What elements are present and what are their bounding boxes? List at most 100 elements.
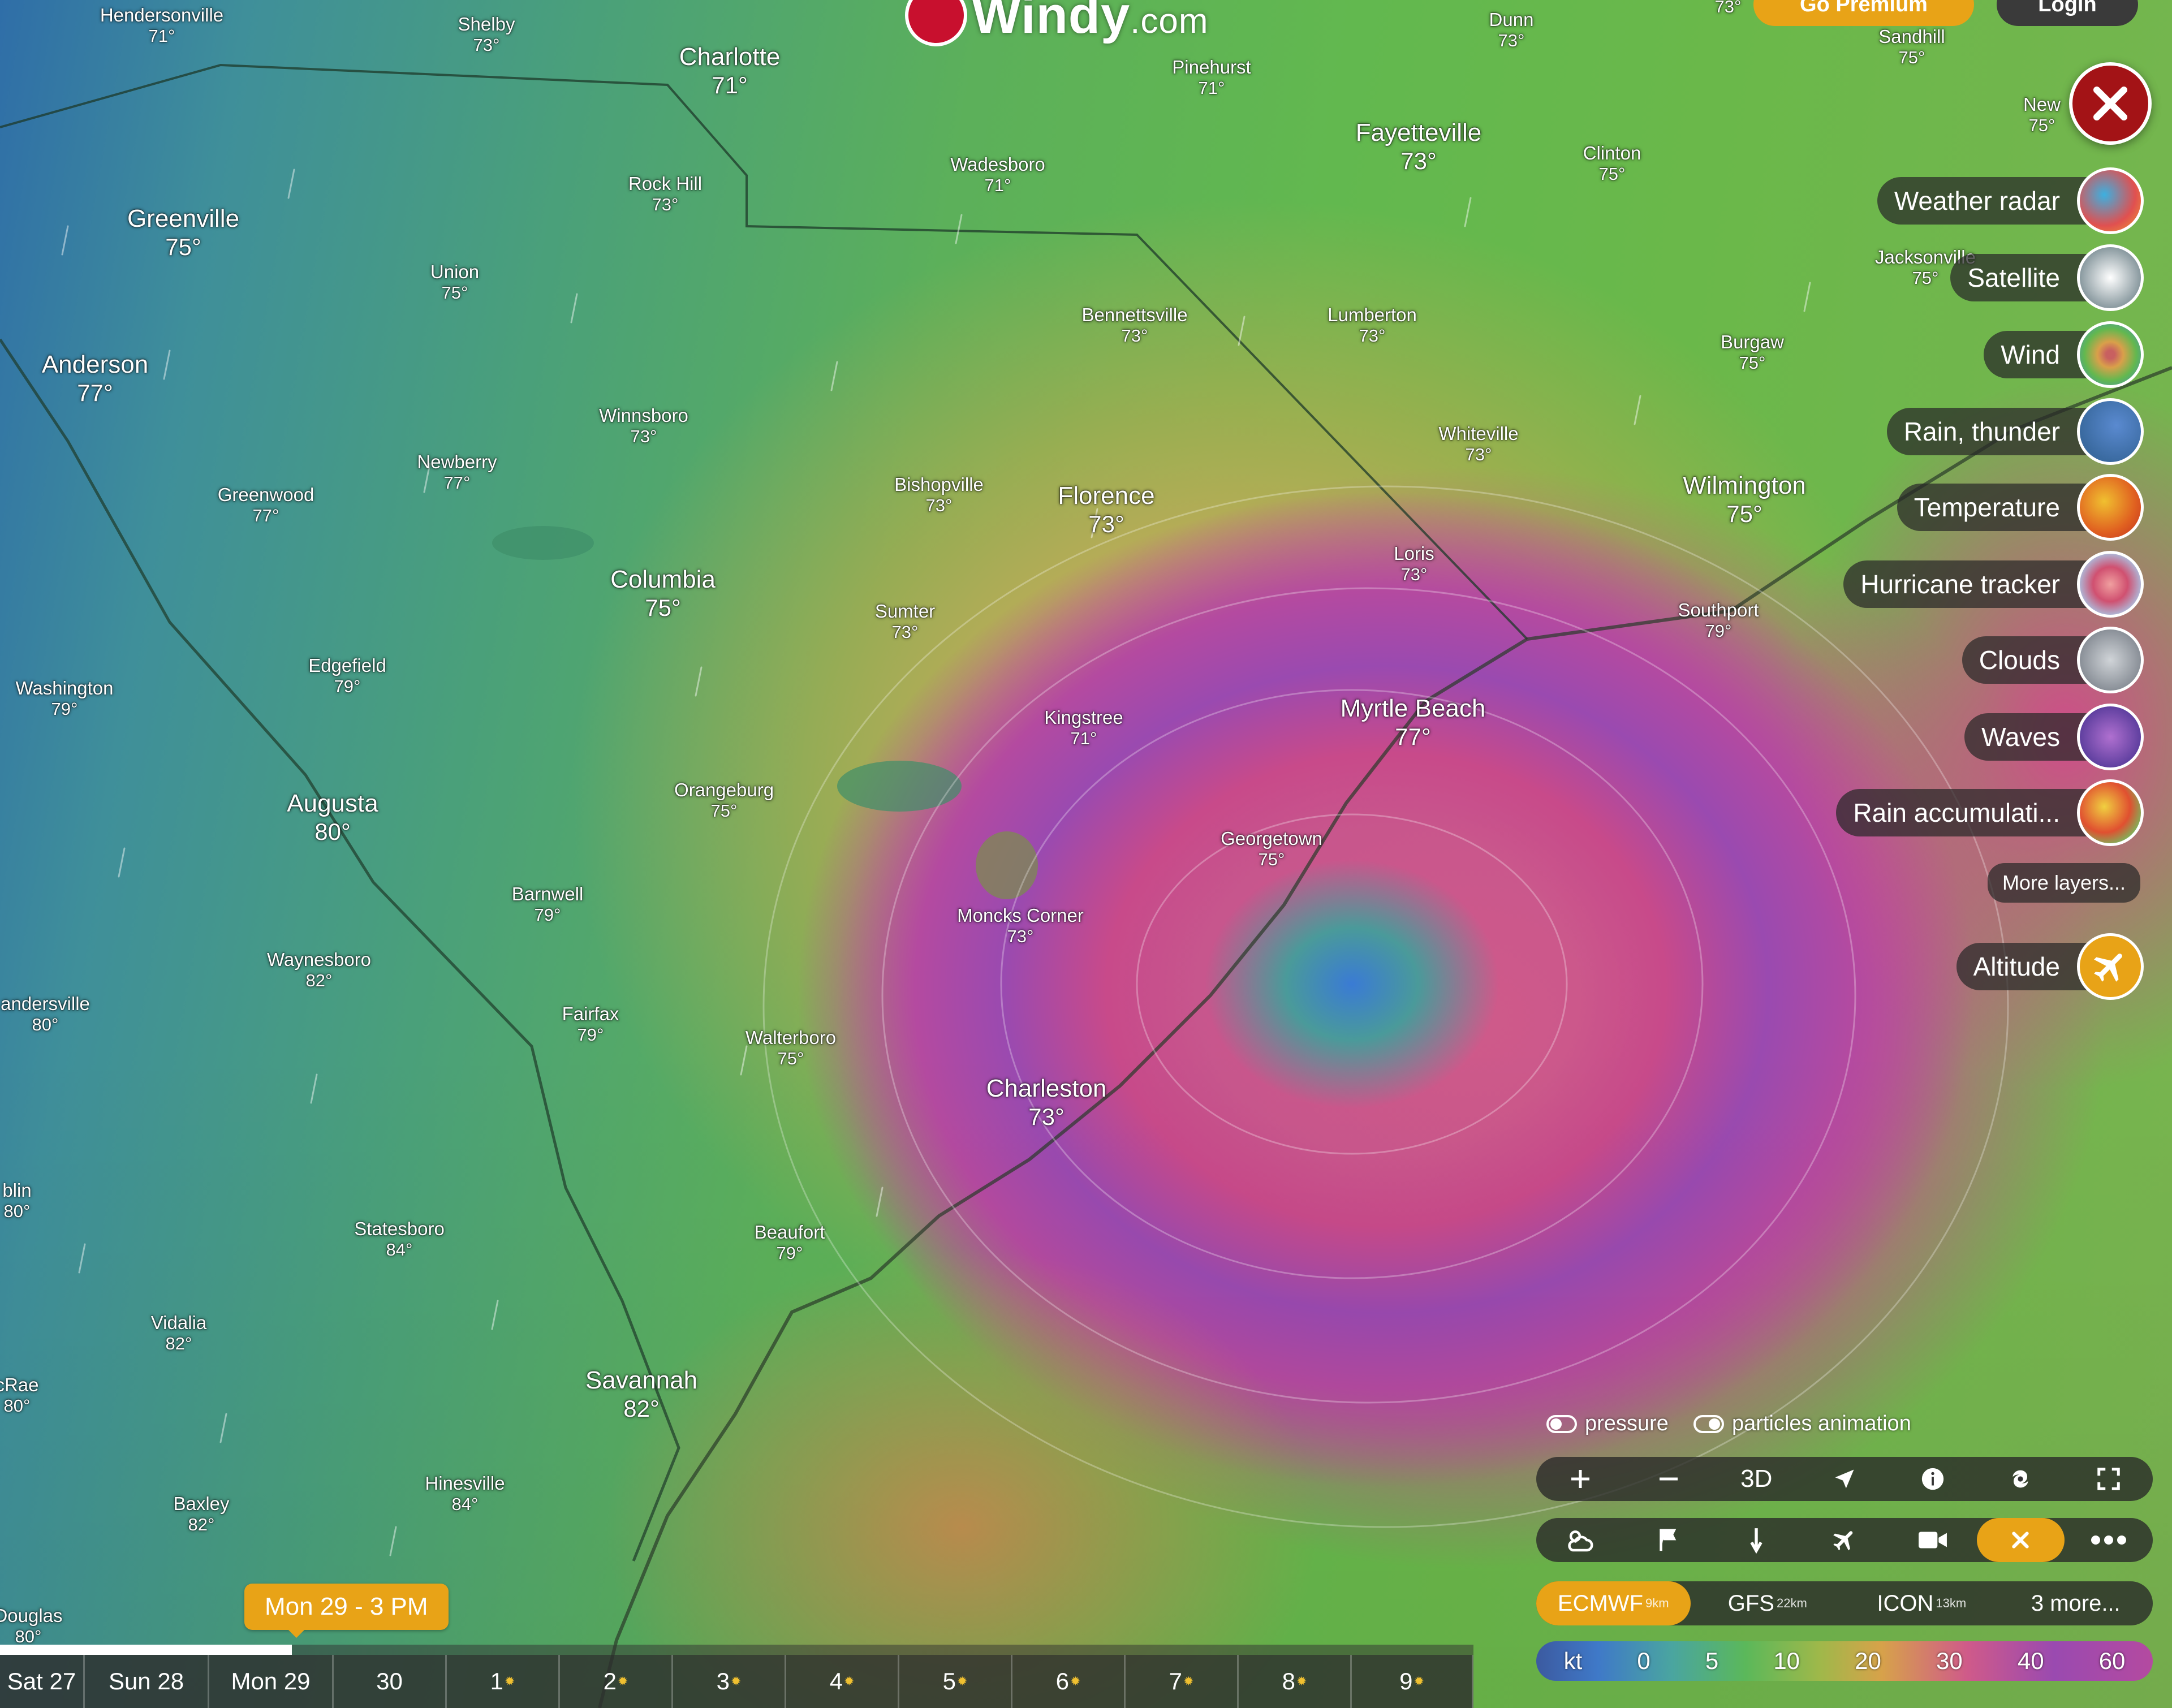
zoom-in-button[interactable] <box>1536 1457 1624 1501</box>
model-option[interactable]: ICON 13km <box>1845 1581 1999 1625</box>
locate-button[interactable] <box>1800 1457 1889 1501</box>
legend-value: 30 <box>1936 1647 1963 1674</box>
timeline-day[interactable]: 3 ✹ <box>673 1655 786 1708</box>
sun-icon: ✹ <box>1183 1674 1194 1688</box>
layer-item-wind[interactable]: Wind <box>1984 321 2144 388</box>
weather-map[interactable]: Hendersonville 71° Shelby 73° Charlotte 71° Pi… <box>0 0 2172 1708</box>
timeline-day[interactable]: 30 <box>334 1655 447 1708</box>
airport-button[interactable] <box>1800 1518 1889 1562</box>
altitude-button[interactable]: Altitude <box>1956 933 2144 1000</box>
timeline-day[interactable]: 1 ✹ <box>447 1655 560 1708</box>
model-option[interactable]: 3 more... <box>1999 1581 2153 1625</box>
model-name: 3 more... <box>2031 1590 2121 1616</box>
map-city-label: 73° <box>1714 0 1742 16</box>
timeline-day[interactable]: 4 ✹ <box>786 1655 899 1708</box>
layer-item-radar[interactable]: Weather radar <box>1877 167 2144 234</box>
city-temperature: 75° <box>777 1048 804 1068</box>
flag-button[interactable] <box>1624 1518 1713 1562</box>
map-city-label: Shelby 73° <box>458 14 515 55</box>
layer-item-rain-accumulation[interactable]: Rain accumulati... <box>1836 779 2144 846</box>
state-border-nc-sc <box>0 63 1528 640</box>
timeline-day[interactable]: Mon 29 <box>209 1655 334 1708</box>
hurricane-icon <box>2013 1470 2028 1488</box>
city-name: Wadesboro <box>950 154 1045 175</box>
city-name: Sumter <box>874 601 936 622</box>
more-layers-button[interactable]: More layers... <box>1987 863 2140 903</box>
city-temperature: 73° <box>1400 564 1428 584</box>
timeline-progress-fill <box>0 1645 292 1655</box>
timeline-day[interactable]: 6 ✹ <box>1012 1655 1126 1708</box>
timeline-day-label: 1 <box>490 1668 503 1694</box>
current-time-bubble[interactable]: Mon 29 - 3 PM <box>244 1584 449 1638</box>
particles-switch <box>1693 1414 1724 1433</box>
wind-icon <box>2077 321 2144 388</box>
timeline-day-label: 7 <box>1169 1668 1182 1694</box>
timeline-day[interactable]: Sun 28 <box>85 1655 209 1708</box>
city-name: Barnwell <box>511 883 584 904</box>
city-name: Burgaw <box>1721 331 1784 352</box>
weather-forecast-button[interactable] <box>1536 1518 1624 1562</box>
map-city-label: Newberry 77° <box>417 451 497 493</box>
more-options-button[interactable] <box>2065 1518 2153 1562</box>
fullscreen-button[interactable] <box>2065 1457 2153 1501</box>
layer-label: Satellite <box>1950 254 2094 301</box>
close-menu-button[interactable] <box>2069 62 2152 145</box>
close-icon <box>2012 1532 2029 1549</box>
layer-item-clouds[interactable]: Clouds <box>1962 627 2144 693</box>
layer-item-satellite[interactable]: Satellite <box>1950 244 2144 311</box>
timeline-day[interactable]: 5 ✹ <box>899 1655 1012 1708</box>
map-city-label: Orangeburg 75° <box>674 779 774 821</box>
hurricane-button[interactable] <box>1977 1457 2065 1501</box>
layer-item-rain[interactable]: Rain, thunder <box>1886 398 2144 465</box>
hurricane-close-button[interactable] <box>1976 1518 2065 1562</box>
login-button[interactable]: Login <box>1997 0 2138 26</box>
map-city-label: Loris 73° <box>1394 543 1434 585</box>
satellite-icon <box>2077 244 2144 311</box>
windy-logo-icon <box>905 0 967 46</box>
timeline-day[interactable]: 2 ✹ <box>560 1655 673 1708</box>
timeline-progress[interactable] <box>0 1645 1473 1655</box>
layer-item-waves[interactable]: Waves <box>1964 704 2144 770</box>
info-icon <box>1921 1468 1943 1490</box>
measure-button[interactable] <box>1712 1518 1800 1562</box>
wind-speed-legend[interactable]: kt 0 5 10 20 30 40 60 <box>1536 1641 2153 1681</box>
webcam-button[interactable] <box>1889 1518 1977 1562</box>
map-city-label: Georgetown 75° <box>1221 828 1322 870</box>
map-city-label: Florence 73° <box>1058 482 1154 538</box>
city-temperature: 73° <box>1359 325 1386 346</box>
windy-logo[interactable]: Windy.com <box>905 0 1209 46</box>
timeline-day-label: 8 <box>1282 1668 1295 1694</box>
city-temperature: 73° <box>1498 30 1525 50</box>
legend-value: 60 <box>2098 1647 2126 1674</box>
city-temperature: 80° <box>314 818 351 845</box>
city-temperature: 73° <box>925 495 953 515</box>
model-option[interactable]: ECMWF 9km <box>1536 1581 1691 1625</box>
city-temperature: 73° <box>891 622 919 642</box>
timeline-day-label: Mon 29 <box>231 1668 311 1694</box>
city-name: Rock Hill <box>628 173 703 194</box>
city-temperature: 79° <box>334 676 361 696</box>
particles-toggle[interactable]: particles animation <box>1693 1412 1911 1436</box>
city-temperature: 84° <box>451 1494 479 1514</box>
timeline-day[interactable]: 9 ✹ <box>1352 1655 1473 1708</box>
city-name: Augusta <box>287 790 378 817</box>
premium-label: Go Premium <box>1800 0 1928 16</box>
timeline-day-label: 6 <box>1055 1668 1069 1694</box>
city-temperature: 73° <box>1121 325 1148 346</box>
map-city-label: Clinton 75° <box>1583 143 1641 184</box>
timeline-day[interactable]: 8 ✹ <box>1239 1655 1352 1708</box>
info-button[interactable] <box>1889 1457 1977 1501</box>
pressure-switch <box>1546 1414 1577 1433</box>
sun-icon: ✹ <box>1296 1674 1307 1688</box>
hurricane-icon <box>2077 551 2144 618</box>
timeline-day[interactable]: 7 ✹ <box>1126 1655 1239 1708</box>
layer-item-hurricane[interactable]: Hurricane tracker <box>1843 551 2144 618</box>
altitude-label: Altitude <box>1956 943 2094 990</box>
model-option[interactable]: GFS 22km <box>1691 1581 1845 1625</box>
3d-button[interactable]: 3D <box>1712 1457 1800 1501</box>
zoom-out-button[interactable] <box>1624 1457 1713 1501</box>
go-premium-button[interactable]: Go Premium <box>1753 0 1974 26</box>
layer-item-temperature[interactable]: Temperature <box>1897 474 2144 541</box>
timeline-day[interactable]: Sat 27 <box>0 1655 85 1708</box>
pressure-toggle[interactable]: pressure <box>1546 1412 1669 1436</box>
